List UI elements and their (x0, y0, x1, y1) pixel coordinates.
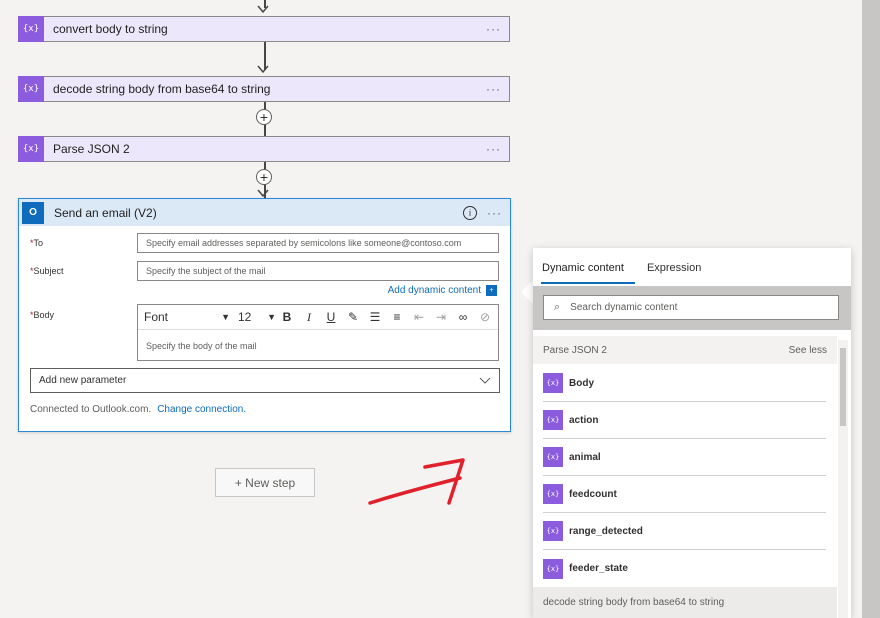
rich-text-toolbar: Font ▼ 12 ▼ B I U ✎ ☰ ≡ ⇤ ⇥ ∞ ⊘ (138, 305, 498, 330)
chevron-down-icon (479, 377, 491, 384)
more-options-icon[interactable]: ··· (487, 206, 502, 220)
italic-icon[interactable]: I (298, 310, 320, 325)
search-dynamic-content-input[interactable]: ⌕ Search dynamic content (543, 295, 839, 320)
action-title: Parse JSON 2 (53, 142, 130, 156)
font-size-select[interactable]: 12 ▼ (230, 310, 276, 324)
panel-scrollbar[interactable] (838, 340, 848, 618)
send-email-header[interactable]: O Send an email (V2) i ··· (19, 199, 510, 226)
change-connection-link[interactable]: Change connection. (157, 404, 246, 415)
to-label: *To (30, 238, 44, 248)
arrow-down-icon (257, 5, 269, 14)
variable-icon: {x} (18, 16, 44, 42)
caret-down-icon: ▼ (221, 312, 230, 322)
body-placeholder: Specify the body of the mail (146, 341, 257, 351)
font-select[interactable]: Font ▼ (138, 310, 230, 324)
tab-dynamic-content[interactable]: Dynamic content (541, 262, 635, 284)
variable-icon: {x} (543, 373, 563, 393)
underline-icon[interactable]: U (320, 310, 342, 324)
insert-step-plus-icon[interactable]: + (256, 109, 272, 125)
scrollbar-thumb[interactable] (840, 348, 846, 426)
action-convert-body[interactable]: {x} convert body to string ··· (18, 16, 510, 42)
body-editor[interactable]: Font ▼ 12 ▼ B I U ✎ ☰ ≡ ⇤ ⇥ ∞ ⊘ Specify th… (137, 304, 499, 361)
caret-down-icon: ▼ (267, 312, 276, 322)
variable-icon: {x} (543, 558, 563, 579)
arrow-down-icon (257, 65, 269, 74)
bold-icon[interactable]: B (276, 310, 298, 324)
add-dynamic-icon: + (486, 285, 497, 296)
connection-info: Connected to Outlook.com. Change connecti… (30, 404, 247, 415)
bulleted-list-icon[interactable]: ☰ (364, 310, 386, 324)
send-email-card: O Send an email (V2) i ··· *To Specify e… (18, 198, 511, 432)
see-less-link[interactable]: See less (789, 345, 827, 356)
variable-icon: {x} (543, 447, 563, 467)
more-options-icon[interactable]: ··· (486, 22, 501, 36)
subject-label: *Subject (30, 266, 64, 276)
card-title: Send an email (V2) (54, 205, 157, 220)
new-step-button[interactable]: + New step (215, 468, 315, 497)
dynamic-content-panel: Dynamic content Expression ⌕ Search dyna… (533, 248, 851, 618)
subject-input[interactable]: Specify the subject of the mail (137, 261, 499, 281)
dynamic-item[interactable]: {x} feeder_state (543, 550, 826, 587)
more-options-icon[interactable]: ··· (486, 82, 501, 96)
group-title: Parse JSON 2 (543, 344, 607, 356)
decrease-indent-icon[interactable]: ⇤ (408, 310, 430, 324)
add-new-parameter-select[interactable]: Add new parameter (30, 368, 500, 393)
variable-icon: {x} (543, 521, 563, 541)
dynamic-item[interactable]: {x} feedcount (543, 476, 826, 513)
unlink-icon[interactable]: ⊘ (474, 310, 496, 324)
to-input[interactable]: Specify email addresses separated by sem… (137, 233, 499, 253)
more-options-icon[interactable]: ··· (486, 142, 501, 156)
body-label: *Body (30, 310, 55, 320)
link-icon[interactable]: ∞ (452, 310, 474, 324)
info-icon[interactable]: i (463, 205, 477, 220)
dynamic-item[interactable]: {x} Body (543, 365, 826, 402)
pen-icon[interactable]: ✎ (342, 310, 364, 324)
action-title: decode string body from base64 to string (53, 82, 271, 96)
variable-icon: {x} (543, 410, 563, 430)
numbered-list-icon[interactable]: ≡ (386, 310, 408, 324)
next-group-header[interactable]: decode string body from base64 to string (533, 587, 837, 618)
search-icon: ⌕ (554, 301, 561, 313)
variable-icon: {x} (543, 484, 563, 504)
insert-step-plus-icon[interactable]: + (256, 169, 272, 185)
increase-indent-icon[interactable]: ⇥ (430, 310, 452, 324)
panel-tabs: Dynamic content Expression (533, 248, 851, 284)
action-decode-string[interactable]: {x} decode string body from base64 to st… (18, 76, 510, 102)
group-header: Parse JSON 2 See less (533, 336, 837, 364)
tab-expression[interactable]: Expression (646, 262, 712, 284)
action-title: convert body to string (53, 22, 168, 36)
dynamic-item[interactable]: {x} animal (543, 439, 826, 476)
panel-pointer (521, 280, 533, 304)
dynamic-item[interactable]: {x} range_detected (543, 513, 826, 550)
action-parse-json-2[interactable]: {x} Parse JSON 2 ··· (18, 136, 510, 162)
variable-icon: {x} (18, 76, 44, 102)
canvas-scrollbar-track[interactable] (862, 0, 880, 618)
outlook-icon: O (22, 201, 44, 224)
search-area: ⌕ Search dynamic content (533, 286, 851, 330)
variable-icon: {x} (18, 136, 44, 162)
dynamic-item[interactable]: {x} action (543, 402, 826, 439)
add-dynamic-content-link[interactable]: Add dynamic content + (388, 285, 497, 296)
annotation-arrow-icon (368, 458, 465, 505)
